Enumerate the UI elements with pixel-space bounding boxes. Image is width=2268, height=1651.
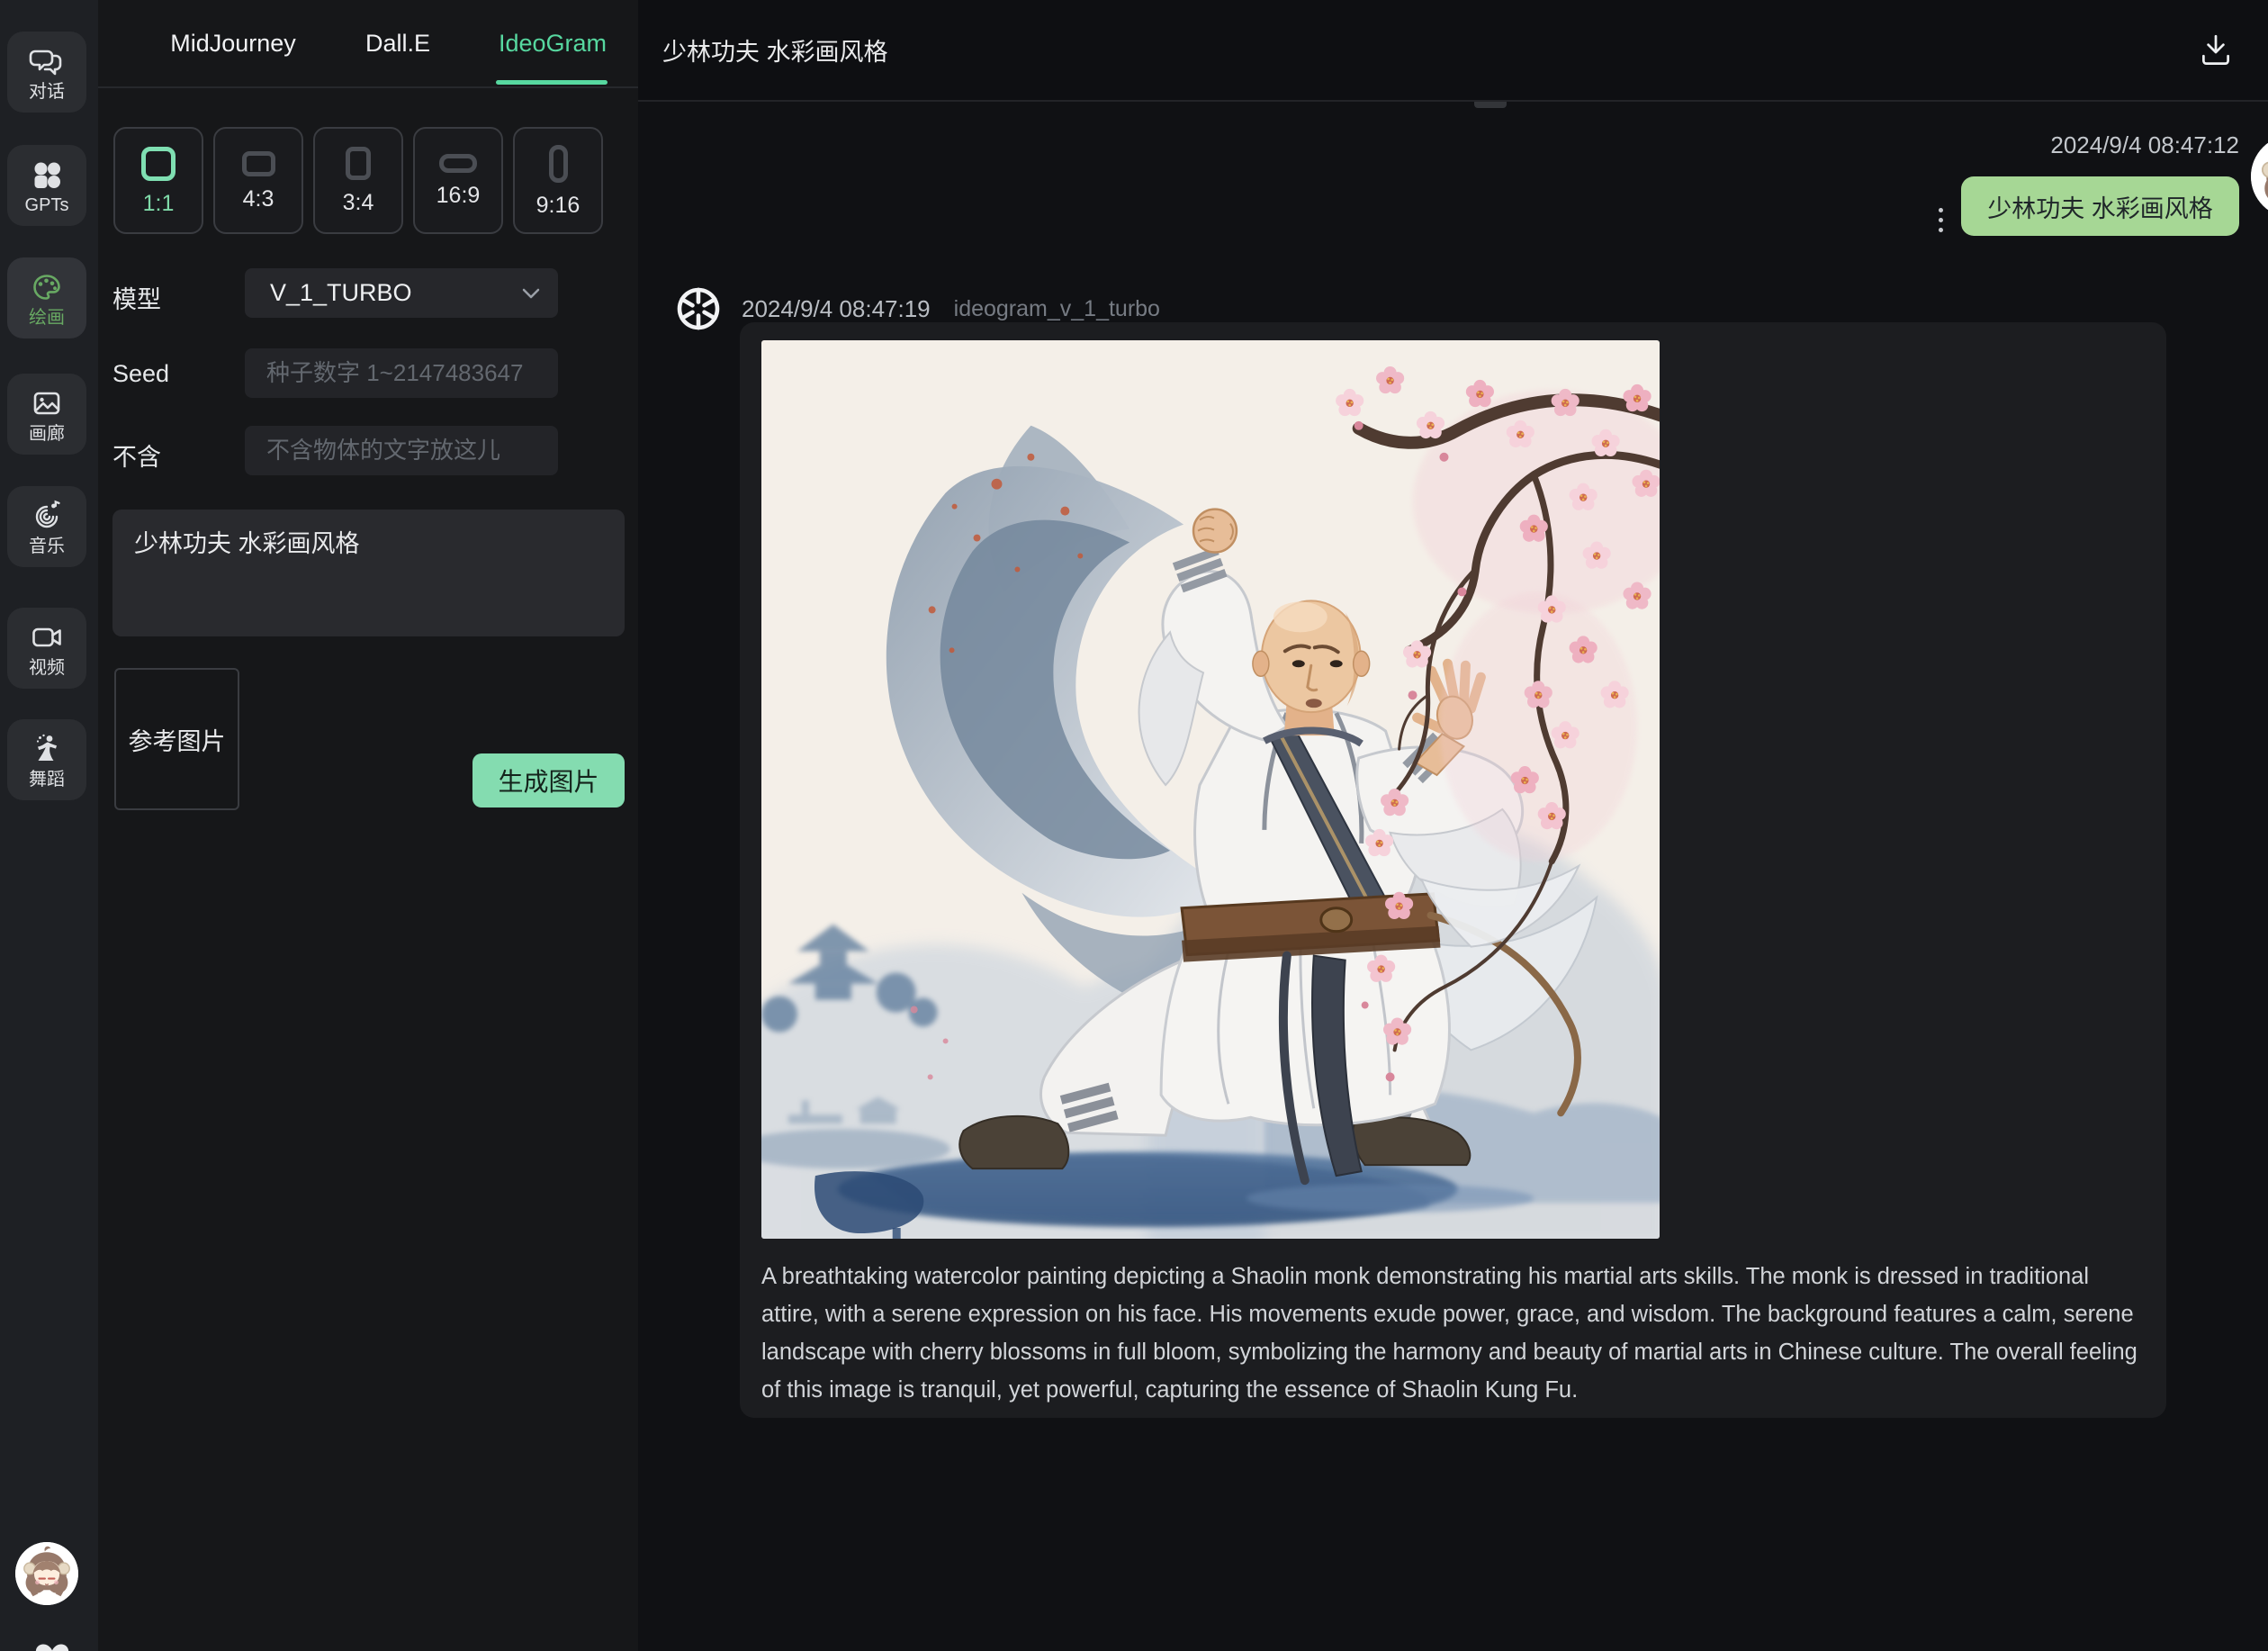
prompt-textarea[interactable]: 少林功夫 水彩画风格 — [112, 510, 625, 636]
user-profile-avatar[interactable] — [15, 1542, 78, 1605]
page-title: 少林功夫 水彩画风格 — [662, 0, 888, 100]
sidebar-item-music[interactable]: 音乐 — [7, 486, 86, 567]
portrait-ratio-icon — [346, 147, 371, 180]
sidebar-item-video[interactable]: 视频 — [7, 608, 86, 689]
heart-icon — [31, 1638, 74, 1651]
sidebar-item-label: 舞蹈 — [29, 771, 65, 789]
bot-message-time: 2024/9/4 08:47:19 — [742, 295, 931, 323]
landscape-ratio-icon — [242, 151, 275, 176]
sidebar-item-label: 音乐 — [29, 537, 65, 555]
sidebar-item-chat[interactable]: 对话 — [7, 32, 86, 113]
tab-dalle[interactable]: Dall.E — [335, 0, 461, 86]
sidebar-item-gpts[interactable]: GPTs — [7, 145, 86, 226]
generation-tool-panel: MidJourney Dall.E IdeoGram 1:1 4:3 3:4 1… — [98, 0, 638, 1651]
sidebar-item-label: GPTs — [25, 196, 69, 214]
aspect-ratio-row: 1:1 4:3 3:4 16:9 9:16 — [113, 127, 603, 234]
download-icon — [2196, 31, 2236, 70]
chat-main: 少林功夫 水彩画风格 2024/9/4 08:47:12 — [638, 0, 2268, 1651]
aspect-3-4-button[interactable]: 3:4 — [313, 127, 403, 234]
tab-midjourney[interactable]: MidJourney — [152, 0, 314, 86]
generate-image-button[interactable]: 生成图片 — [472, 753, 625, 807]
sidebar-item-label: 画廊 — [29, 425, 65, 443]
openai-logo-icon — [674, 284, 723, 333]
app-root: 对话 GPTs 绘画 — [0, 0, 2268, 1651]
aspect-4-3-button[interactable]: 4:3 — [213, 127, 303, 234]
reference-image-dropzone[interactable]: 参考图片 — [114, 668, 239, 810]
model-label: 模型 — [112, 280, 161, 315]
aspect-9-16-button[interactable]: 9:16 — [513, 127, 603, 234]
chevron-down-icon — [522, 288, 540, 300]
scrollbar-thumb[interactable] — [1474, 102, 1507, 108]
seed-input[interactable] — [245, 348, 558, 398]
aspect-16-9-button[interactable]: 16:9 — [413, 127, 503, 234]
message-options-kebab[interactable] — [1934, 200, 1947, 239]
tab-ideogram[interactable]: IdeoGram — [485, 0, 620, 86]
reference-image-label: 参考图片 — [129, 722, 226, 757]
gallery-icon — [29, 385, 65, 421]
generated-image-description: A breathtaking watercolor painting depic… — [761, 1258, 2142, 1409]
sidebar-item-label: 视频 — [29, 659, 65, 677]
user-message-time: 2024/9/4 08:47:12 — [2050, 131, 2239, 159]
music-spiral-icon — [29, 498, 65, 534]
sidebar-item-label: 绘画 — [29, 309, 65, 327]
video-camera-icon — [29, 619, 65, 655]
sidebar: 对话 GPTs 绘画 — [0, 0, 98, 1651]
negative-label: 不含 — [112, 438, 161, 473]
chat-bubbles-icon — [29, 43, 65, 79]
bot-message-bubble: A breathtaking watercolor painting depic… — [740, 322, 2166, 1418]
tall-ratio-icon — [549, 145, 568, 183]
aspect-1-1-button[interactable]: 1:1 — [113, 127, 203, 234]
bot-message-model: ideogram_v_1_turbo — [954, 296, 1160, 322]
download-button[interactable] — [2196, 31, 2236, 70]
sidebar-item-gallery[interactable]: 画廊 — [7, 374, 86, 455]
engine-tabs: MidJourney Dall.E IdeoGram — [98, 0, 638, 88]
dancer-icon — [29, 731, 65, 767]
sidebar-item-dance[interactable]: 舞蹈 — [7, 719, 86, 800]
active-tab-underline — [496, 80, 608, 85]
model-select[interactable]: V_1_TURBO — [245, 268, 558, 318]
seed-label: Seed — [112, 360, 169, 388]
wide-ratio-icon — [439, 154, 477, 173]
sidebar-item-draw[interactable]: 绘画 — [7, 257, 86, 338]
user-message-bubble: 少林功夫 水彩画风格 — [1961, 176, 2239, 236]
negative-input[interactable] — [245, 426, 558, 475]
chat-header: 少林功夫 水彩画风格 — [638, 0, 2268, 102]
user-message-avatar — [2251, 135, 2268, 218]
model-select-value: V_1_TURBO — [270, 279, 412, 307]
square-ratio-icon — [141, 147, 176, 181]
palette-icon — [29, 269, 65, 305]
sidebar-item-label: 对话 — [29, 83, 65, 101]
generated-image[interactable] — [761, 340, 1660, 1239]
gpts-icon — [29, 157, 65, 193]
